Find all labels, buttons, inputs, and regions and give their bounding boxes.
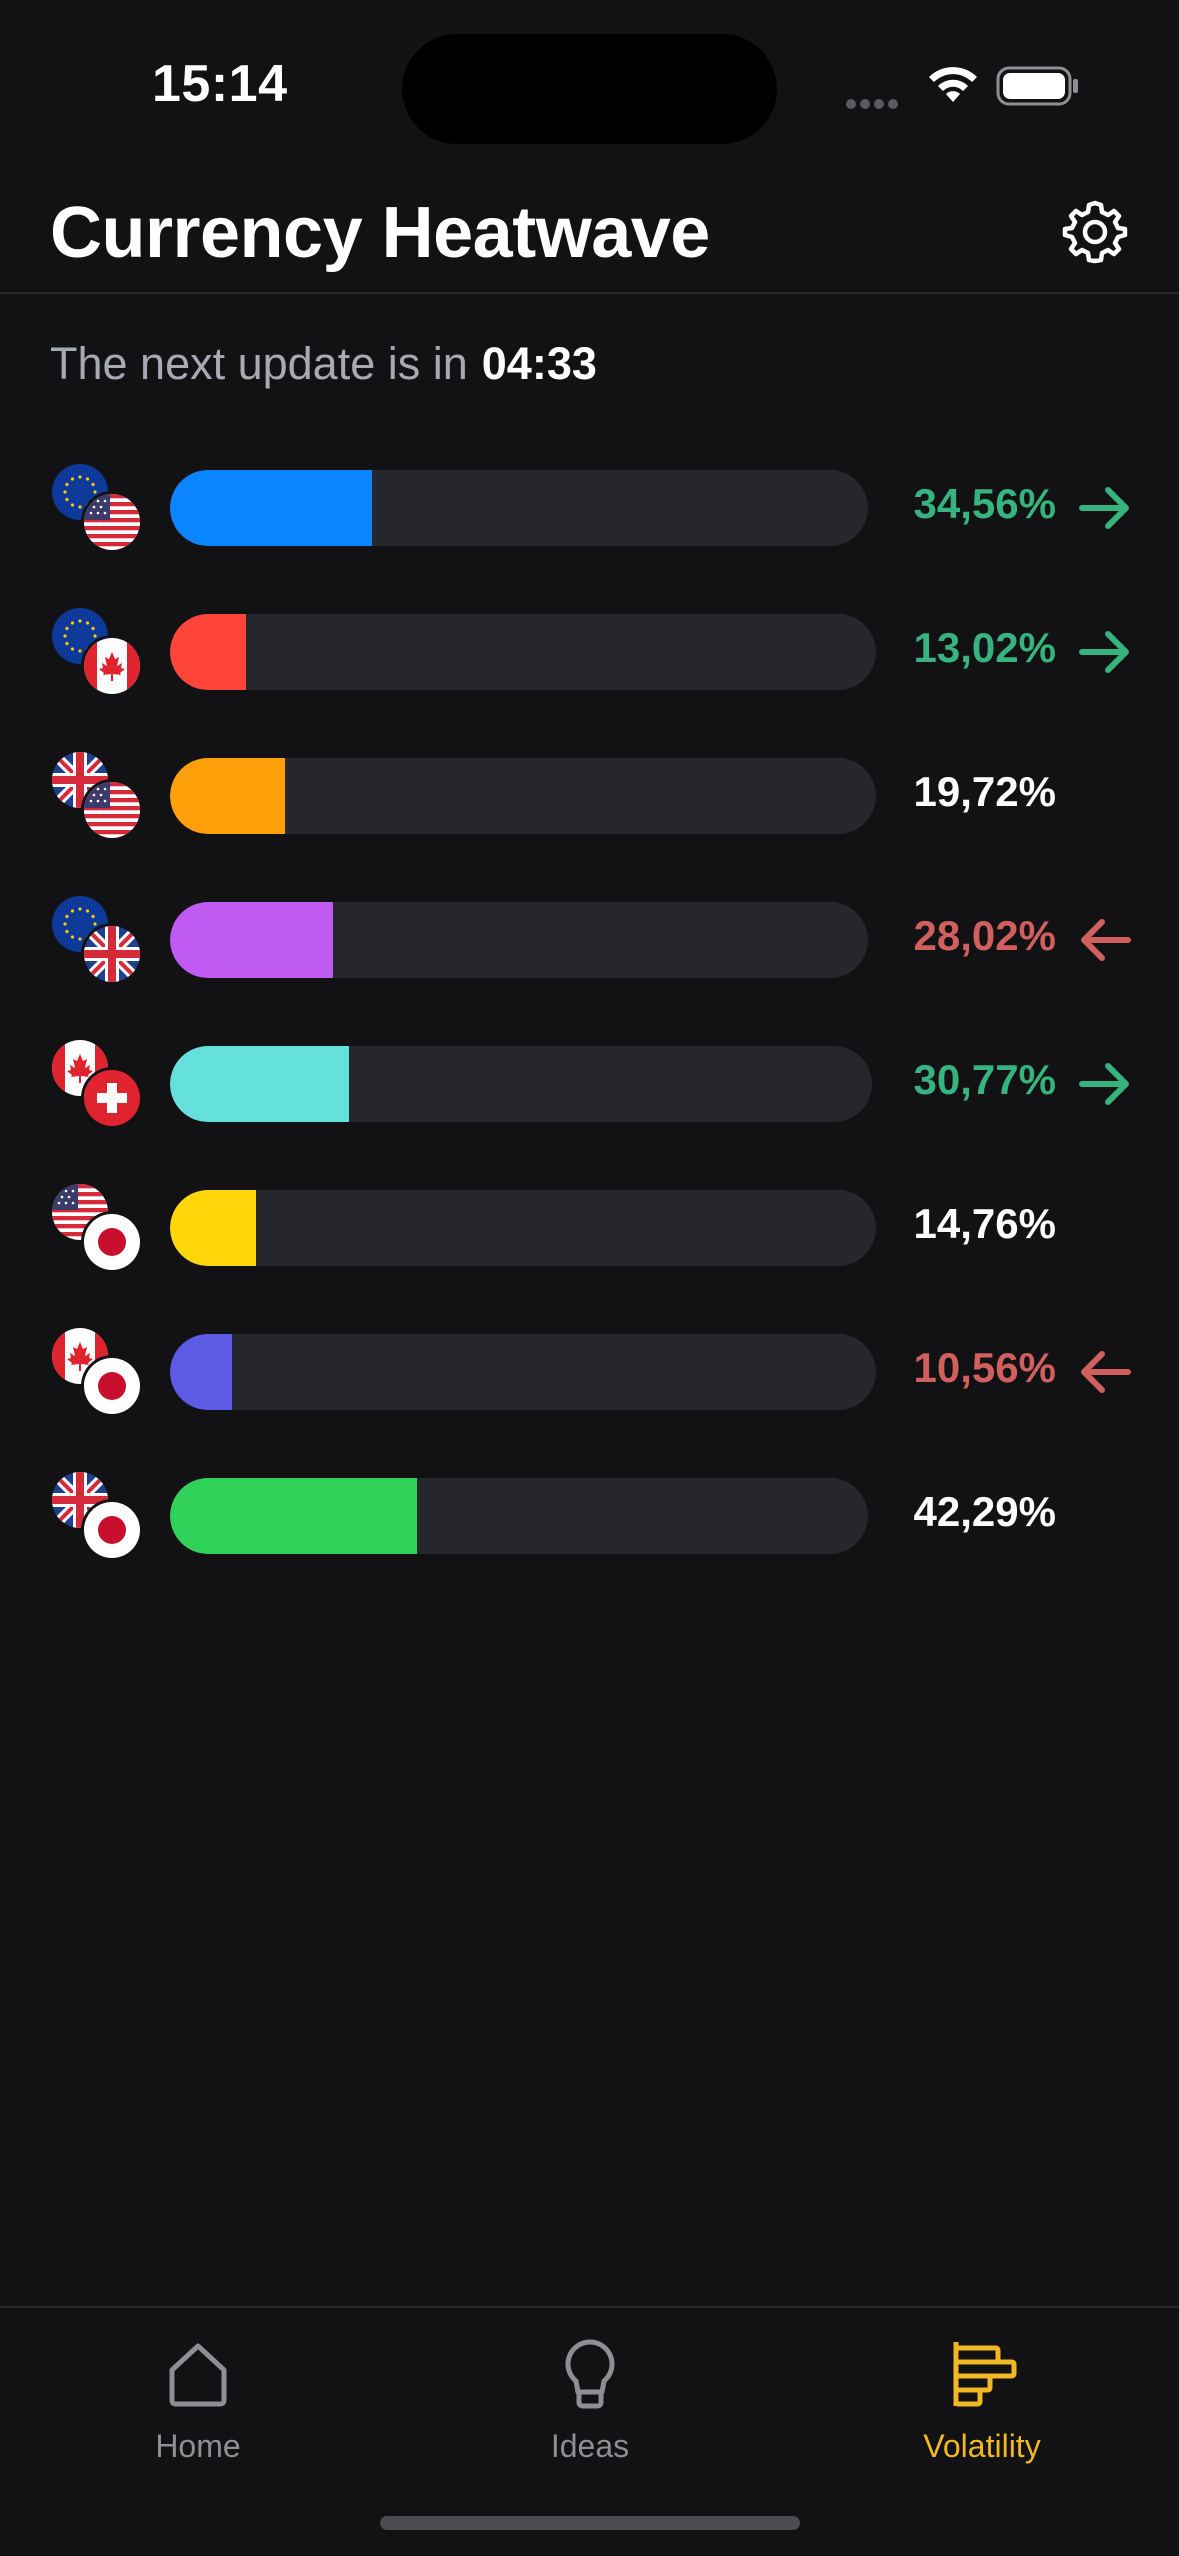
volatility-icon [953,2342,1017,2407]
volatility-bar-track [170,1046,872,1122]
uk-flag-icon [84,926,140,982]
currency-pair-flags [52,1472,144,1562]
arrow-right-icon [1079,1063,1129,1105]
canada-flag-icon [84,638,140,694]
volatility-bar-track [170,614,876,690]
volatility-bar-fill [170,1478,417,1554]
currency-pair-flags [52,608,144,698]
tab-volatility[interactable]: Volatility [862,2334,1102,2465]
volatility-list: 34,56% 13,02% 19,72% 28,02% 30,77% 14,76% 10,5… [0,462,1179,1614]
currency-pair-flags [52,1184,144,1274]
volatility-bar-track [170,902,868,978]
status-time: 15:14 [152,55,288,113]
volatility-value: 34,56% [913,480,1056,527]
volatility-bar-track [170,1478,868,1554]
volatility-bar-fill [170,614,246,690]
wifi-icon [929,67,977,102]
japan-flag-icon [84,1358,140,1414]
arrow-right-icon [1079,487,1129,529]
arrow-left-icon [1081,1351,1131,1393]
pair-row[interactable]: 14,76% [0,1182,1179,1326]
volatility-bar-track [170,1190,876,1266]
status-icons [840,60,1090,110]
currency-pair-flags [52,1328,144,1418]
home-icon [169,2343,227,2407]
arrow-left-icon [1081,919,1131,961]
currency-pair-flags [52,464,144,554]
pair-row[interactable]: 34,56% [0,462,1179,606]
tab-home-label: Home [155,2428,241,2464]
arrow-right-icon [1079,631,1129,673]
dynamic-island [402,34,777,144]
volatility-value: 10,56% [913,1344,1056,1391]
us-flag-icon [84,494,140,550]
cellular-signal-icon [846,96,902,114]
volatility-bar-fill [170,758,285,834]
tab-ideas-label: Ideas [550,2428,630,2464]
pair-row[interactable]: 10,56% [0,1326,1179,1470]
volatility-bar-track [170,758,876,834]
swiss-flag-icon [84,1070,140,1126]
next-update-line: The next update is in 04:33 [50,338,597,390]
pair-row[interactable]: 30,77% [0,1038,1179,1182]
volatility-value: 19,72% [913,768,1056,815]
tab-ideas[interactable]: Ideas [470,2334,710,2465]
volatility-value: 13,02% [913,624,1056,671]
pair-row[interactable]: 28,02% [0,894,1179,1038]
currency-pair-flags [52,752,144,842]
screen: 15:14 Currency Heatwave The next update … [0,0,1179,2556]
volatility-bar-fill [170,902,333,978]
pair-row[interactable]: 19,72% [0,750,1179,894]
us-flag-icon [84,782,140,838]
header: Currency Heatwave [0,170,1179,294]
volatility-bar-track [170,470,868,546]
volatility-value: 14,76% [913,1200,1056,1247]
lightbulb-icon [565,2339,615,2409]
volatility-bar-fill [170,1190,256,1266]
pair-row[interactable]: 42,29% [0,1470,1179,1614]
volatility-value: 42,29% [913,1488,1056,1535]
next-update-label: The next update is in [50,338,468,389]
volatility-value: 30,77% [913,1056,1056,1103]
japan-flag-icon [84,1214,140,1270]
countdown-timer: 04:33 [481,338,597,389]
volatility-bar-fill [170,1046,349,1122]
pair-row[interactable]: 13,02% [0,606,1179,750]
tab-volatility-label: Volatility [923,2428,1041,2464]
japan-flag-icon [84,1502,140,1558]
settings-button[interactable] [1060,196,1130,266]
currency-pair-flags [52,1040,144,1130]
volatility-bar-fill [170,1334,232,1410]
home-indicator [380,2516,800,2530]
gear-icon [1062,200,1128,264]
volatility-bar-track [170,1334,876,1410]
volatility-value: 28,02% [913,912,1056,959]
battery-icon [996,66,1078,106]
volatility-bar-fill [170,470,372,546]
currency-pair-flags [52,896,144,986]
tab-home[interactable]: Home [78,2334,318,2465]
page-title: Currency Heatwave [50,193,710,273]
